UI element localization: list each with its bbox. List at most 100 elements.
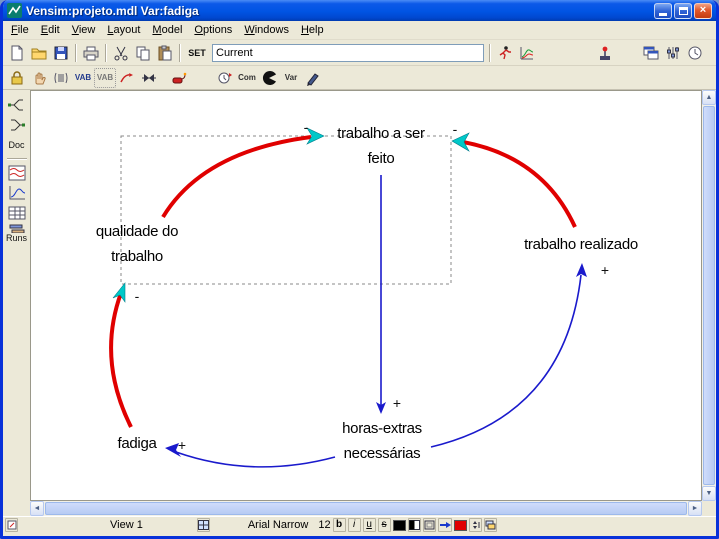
- sensitivity-button[interactable]: [516, 43, 538, 63]
- layers-icon: [485, 520, 496, 530]
- control-panel-button[interactable]: [662, 43, 684, 63]
- close-button[interactable]: ×: [694, 3, 712, 19]
- menu-bar: File Edit View Layout Model Options Wind…: [3, 21, 716, 40]
- set-icon: SET: [188, 48, 206, 58]
- main-toolbar: SET: [3, 40, 716, 66]
- variable-tracing-tool-button[interactable]: Var: [280, 68, 302, 88]
- sketch-canvas[interactable]: - - - + + + trabalho a ser feito qualida…: [30, 90, 702, 501]
- io-object-tool-button[interactable]: [214, 68, 236, 88]
- variable-tool-button[interactable]: VAB: [72, 68, 94, 88]
- time-axis-button[interactable]: [684, 43, 706, 63]
- paste-icon: [157, 45, 173, 61]
- causes-tree-button[interactable]: [5, 95, 29, 115]
- merge-pacman-icon: [261, 70, 277, 86]
- paste-button[interactable]: [154, 43, 176, 63]
- link-horas-to-realizado[interactable]: [431, 275, 581, 447]
- arrow-style-button[interactable]: [438, 518, 452, 532]
- pan-tool-button[interactable]: [50, 68, 72, 88]
- shadow-variable-tool-icon: VAB: [97, 74, 113, 82]
- setup-simulation-button[interactable]: SET: [184, 43, 210, 63]
- arrow-tool-button[interactable]: [116, 68, 138, 88]
- vertical-scrollbar[interactable]: ▲ ▼: [702, 90, 716, 501]
- causes-tree-icon: [8, 97, 26, 113]
- foreground-color-button[interactable]: [408, 518, 421, 532]
- rate-tool-button[interactable]: [138, 68, 160, 88]
- scroll-right-button[interactable]: ►: [688, 501, 702, 516]
- graph-button[interactable]: [5, 183, 29, 203]
- font-size-display[interactable]: 12: [318, 519, 330, 531]
- lock-tool-button[interactable]: [6, 68, 28, 88]
- text-color-swatch[interactable]: [393, 520, 406, 531]
- scroll-left-button[interactable]: ◄: [30, 501, 44, 516]
- font-name-display[interactable]: Arial Narrow: [248, 519, 309, 531]
- cut-button[interactable]: [110, 43, 132, 63]
- frame-icon: [424, 520, 435, 530]
- comment-tool-button[interactable]: Com: [236, 68, 258, 88]
- output-windows-button[interactable]: [640, 43, 662, 63]
- runname-input[interactable]: [212, 44, 484, 62]
- game-mode-button[interactable]: [594, 43, 616, 63]
- copy-button[interactable]: [132, 43, 154, 63]
- runs-compare-button[interactable]: Runs: [5, 223, 29, 243]
- menu-edit[interactable]: Edit: [35, 22, 66, 38]
- node-fadiga[interactable]: fadiga: [97, 431, 177, 456]
- arrow-color-swatch[interactable]: [454, 520, 467, 531]
- vertical-scroll-thumb[interactable]: [703, 106, 715, 485]
- delete-tool-button[interactable]: [168, 68, 190, 88]
- horizontal-scrollbar[interactable]: ◄ ►: [30, 501, 702, 516]
- node-trabalho-realizado[interactable]: trabalho realizado: [511, 232, 651, 257]
- document-tool-button[interactable]: Doc: [5, 135, 29, 155]
- hide-level-button[interactable]: [484, 518, 497, 532]
- link-qualidade-to-trabalho[interactable]: [163, 137, 311, 217]
- shadow-variable-tool-button[interactable]: VAB: [94, 68, 116, 88]
- menu-file[interactable]: File: [5, 22, 35, 38]
- view-navigation-button[interactable]: [197, 518, 210, 532]
- save-button[interactable]: [50, 43, 72, 63]
- menu-view[interactable]: View: [66, 22, 102, 38]
- menu-model[interactable]: Model: [146, 22, 188, 38]
- strikethrough-button[interactable]: s: [378, 518, 391, 532]
- node-horas-extras-necessarias[interactable]: horas-extras necessárias: [322, 416, 442, 466]
- underline-button[interactable]: u: [363, 518, 376, 532]
- node-label-line: feito: [321, 146, 441, 171]
- scroll-up-button[interactable]: ▲: [702, 90, 716, 105]
- thickness-button[interactable]: [469, 518, 482, 532]
- scroll-down-button[interactable]: ▼: [702, 486, 716, 501]
- link-fadiga-to-qualidade[interactable]: [111, 293, 131, 427]
- simulate-button[interactable]: [494, 43, 516, 63]
- menu-options[interactable]: Options: [188, 22, 238, 38]
- table-button[interactable]: [5, 203, 29, 223]
- title-bar[interactable]: Vensim:projeto.mdl Var:fadiga ×: [3, 0, 716, 21]
- sign-fadiga-to-qualidade: -: [135, 288, 140, 304]
- node-trabalho-a-ser-feito[interactable]: trabalho a ser feito: [321, 121, 441, 171]
- link-horas-to-fadiga[interactable]: [176, 452, 335, 467]
- menu-layout[interactable]: Layout: [101, 22, 146, 38]
- delete-icon: [171, 70, 187, 86]
- scrollbar-corner: [702, 501, 716, 516]
- new-document-button[interactable]: [6, 43, 28, 63]
- move-size-tool-button[interactable]: [28, 68, 50, 88]
- horizontal-scroll-thumb[interactable]: [45, 502, 687, 515]
- updown-arrows-icon: [470, 520, 481, 530]
- minimize-button[interactable]: [654, 3, 672, 19]
- merge-tool-button[interactable]: [258, 68, 280, 88]
- link-realizado-to-trabalho[interactable]: [463, 142, 575, 227]
- status-corner-button[interactable]: [5, 518, 18, 532]
- arrowhead-horas-to-realizado[interactable]: [576, 263, 587, 277]
- open-button[interactable]: [28, 43, 50, 63]
- windows-icon: [643, 45, 659, 61]
- menu-help[interactable]: Help: [295, 22, 330, 38]
- lock-icon: [9, 70, 25, 86]
- maximize-button[interactable]: [674, 3, 692, 19]
- italic-button[interactable]: i: [348, 518, 361, 532]
- view-name[interactable]: View 1: [110, 519, 143, 531]
- strip-graph-button[interactable]: [5, 163, 29, 183]
- menu-windows[interactable]: Windows: [238, 22, 295, 38]
- shape-frame-button[interactable]: [423, 518, 436, 532]
- uses-tree-button[interactable]: [5, 115, 29, 135]
- equations-tool-button[interactable]: [302, 68, 324, 88]
- close-icon: ×: [700, 5, 706, 16]
- node-qualidade-do-trabalho[interactable]: qualidade do trabalho: [77, 219, 197, 269]
- bold-button[interactable]: b: [333, 518, 346, 532]
- print-button[interactable]: [80, 43, 102, 63]
